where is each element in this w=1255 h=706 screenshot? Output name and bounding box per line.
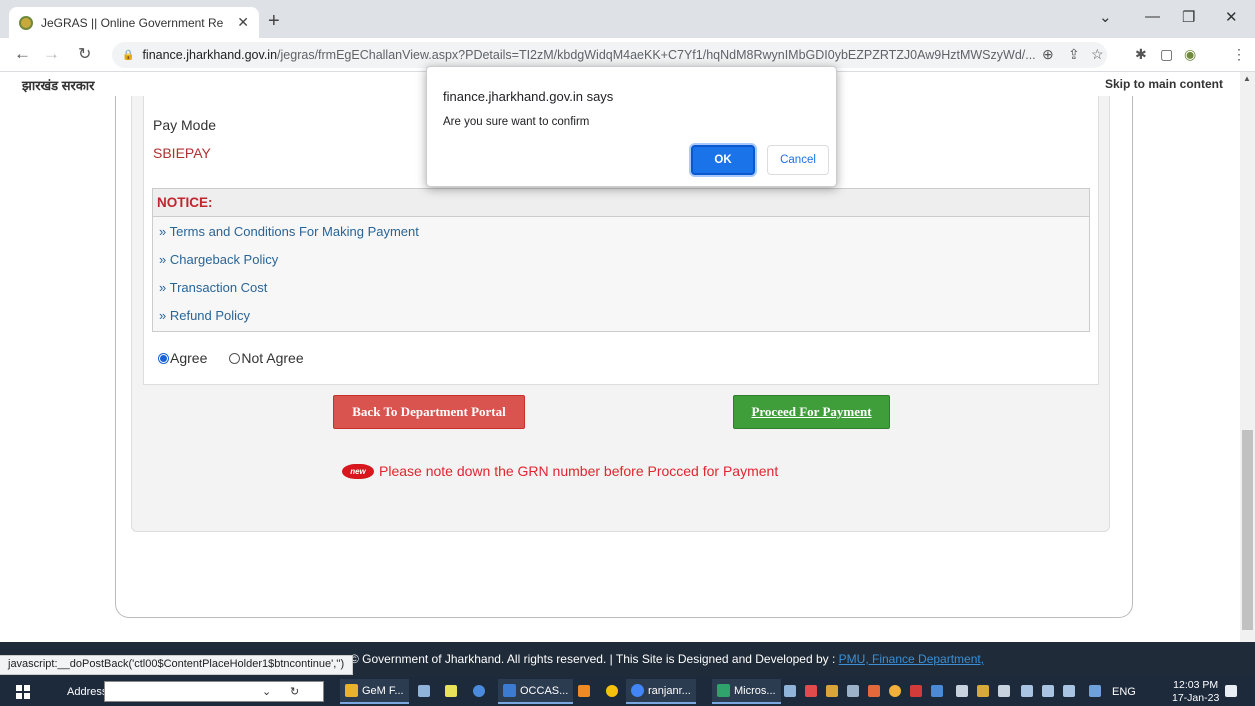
new-tab-button[interactable]: + <box>268 10 280 33</box>
minimize-icon[interactable]: — <box>1145 8 1160 25</box>
url-host: finance.jharkhand.gov.in <box>142 48 278 62</box>
taskbar-app-ranjan-label: ranjanr... <box>648 684 691 697</box>
dialog-cancel-button[interactable]: Cancel <box>767 145 829 175</box>
tray-network-icon[interactable] <box>826 685 838 697</box>
taskbar-app-micros-label: Micros... <box>734 684 776 697</box>
taskbar-app-micros[interactable]: Micros... <box>712 679 781 704</box>
pinned-circle-app-icon[interactable] <box>473 685 485 697</box>
not-agree-radio[interactable] <box>229 352 241 364</box>
tab-search-chevron-icon[interactable]: ⌄ <box>1099 8 1112 26</box>
forward-arrow-icon[interactable]: → <box>43 44 60 64</box>
agree-radio[interactable] <box>158 352 169 364</box>
bookmark-star-icon[interactable]: ☆ <box>1091 46 1104 63</box>
pinned-app-icon[interactable] <box>418 685 430 697</box>
chrome-window-icon <box>631 684 644 697</box>
start-button[interactable] <box>16 677 30 706</box>
taskbar-app-gem-label: GeM F... <box>362 684 404 697</box>
confirm-dialog: finance.jharkhand.gov.in says Are you su… <box>426 66 837 187</box>
share-icon[interactable]: ⇪ <box>1068 46 1080 63</box>
grn-note: new Please note down the GRN number befo… <box>342 463 778 479</box>
notice-title: NOTICE: <box>153 189 1089 217</box>
address-toolbar-label: Address <box>67 685 108 698</box>
address-refresh-icon[interactable]: ↻ <box>290 677 299 706</box>
proceed-for-payment-button[interactable]: Proceed For Payment <box>733 395 890 429</box>
tray-usb-icon[interactable] <box>847 685 859 697</box>
not-agree-label[interactable]: Not Agree <box>241 350 303 366</box>
dialog-title: finance.jharkhand.gov.in says <box>443 89 614 104</box>
tab-close-icon[interactable]: ✕ <box>237 14 249 31</box>
taskbar-app-ranjan[interactable]: ranjanr... <box>626 679 696 704</box>
transaction-cost-link[interactable]: » Transaction Cost <box>153 273 1089 301</box>
tray-bluetooth-icon[interactable] <box>931 685 943 697</box>
scrollbar-thumb[interactable] <box>1242 430 1253 630</box>
scroll-up-icon[interactable]: ▲ <box>1243 74 1251 83</box>
chargeback-policy-link[interactable]: » Chargeback Policy <box>153 245 1089 273</box>
refund-policy-link[interactable]: » Refund Policy <box>153 301 1089 329</box>
tray-wifi-icon[interactable] <box>956 685 968 697</box>
footer-copyright-text: © Government of Jharkhand. All rights re… <box>350 652 836 666</box>
tray-display-icon[interactable] <box>1021 685 1033 697</box>
skip-to-main-link[interactable]: Skip to main content <box>1105 77 1223 91</box>
new-badge-icon: new <box>342 463 374 479</box>
excel-icon <box>717 684 730 697</box>
agree-label[interactable]: Agree <box>170 350 207 366</box>
dialog-message: Are you sure want to confirm <box>443 116 590 128</box>
reload-icon[interactable]: ↻ <box>78 44 91 64</box>
language-indicator[interactable]: ENG <box>1112 677 1136 706</box>
pay-mode-value: SBIEPAY <box>153 145 211 161</box>
extensions-icon[interactable]: ✱ <box>1135 46 1147 63</box>
windows-taskbar: Address ⌄ ↻ GeM F... OCCAS... ranjanr...… <box>0 677 1255 706</box>
tray-speaker-icon[interactable] <box>998 685 1010 697</box>
clock-time: 12:03 PM <box>1173 679 1219 691</box>
footer-copyright: © Government of Jharkhand. All rights re… <box>350 652 984 666</box>
notifications-icon[interactable] <box>1225 685 1237 697</box>
gov-name: झारखंड सरकार <box>22 78 95 93</box>
back-to-department-portal-button[interactable]: Back To Department Portal <box>333 395 525 429</box>
terms-and-conditions-link[interactable]: » Terms and Conditions For Making Paymen… <box>153 217 1089 245</box>
site-favicon-icon <box>19 15 33 30</box>
notice-box: NOTICE: » Terms and Conditions For Makin… <box>152 188 1090 332</box>
zoom-icon[interactable]: ⊕ <box>1042 46 1054 63</box>
grn-note-text: Please note down the GRN number before P… <box>379 463 779 479</box>
browser-status-bar: javascript:__doPostBack('ctl00$ContentPl… <box>0 655 354 675</box>
tray-app-icon[interactable] <box>784 685 796 697</box>
browser-tab-strip: JeGRAS || Online Government Re ✕ + ⌄ — ❐… <box>0 0 1255 38</box>
dialog-ok-button[interactable]: OK <box>691 145 755 175</box>
taskbar-clock[interactable]: 12:03 PM 17-Jan-23 <box>1172 679 1219 705</box>
pmu-finance-link[interactable]: PMU, Finance Department, <box>839 652 984 666</box>
folder-icon <box>345 684 358 697</box>
tray-antivirus-icon[interactable] <box>805 685 817 697</box>
clock-date: 17-Jan-23 <box>1172 692 1220 704</box>
address-dropdown-icon[interactable]: ⌄ <box>262 677 271 706</box>
tray-app3-icon[interactable] <box>977 685 989 697</box>
side-panel-icon[interactable]: ▢ <box>1160 46 1173 63</box>
taskbar-app-occas[interactable]: OCCAS... <box>498 679 574 704</box>
taskbar-app-gem[interactable]: GeM F... <box>340 679 409 704</box>
pay-mode-label: Pay Mode <box>153 117 217 133</box>
windows-logo-icon <box>16 684 30 699</box>
browser-menu-icon[interactable]: ⋮ <box>1232 46 1246 63</box>
address-bar[interactable]: 🔒 finance.jharkhand.gov.in/jegras/frmEgE… <box>112 42 1107 68</box>
tray-battery-icon[interactable] <box>1042 685 1054 697</box>
notepad-icon[interactable] <box>445 685 457 697</box>
page-scrollbar[interactable]: ▲ ▼ <box>1240 72 1255 669</box>
chrome-icon[interactable] <box>606 685 618 697</box>
browser-tab[interactable]: JeGRAS || Online Government Re ✕ <box>9 7 259 38</box>
tray-app4-icon[interactable] <box>1089 685 1101 697</box>
tray-app2-icon[interactable] <box>868 685 880 697</box>
profile-avatar-icon[interactable]: ◉ <box>1184 46 1196 63</box>
vlc-icon[interactable] <box>578 685 590 697</box>
taskbar-app-occas-label: OCCAS... <box>520 684 569 697</box>
maximize-icon[interactable]: ❐ <box>1182 8 1195 26</box>
agreement-radio-group: Agree Not Agree <box>158 350 304 366</box>
document-icon <box>503 684 516 697</box>
tray-shield-icon[interactable] <box>910 685 922 697</box>
window-close-icon[interactable]: ✕ <box>1225 8 1238 26</box>
tray-search-icon[interactable] <box>889 685 901 697</box>
tray-volume-icon[interactable] <box>1063 685 1075 697</box>
lock-icon: 🔒 <box>122 49 135 61</box>
url-path: /jegras/frmEgEChallanView.aspx?PDetails=… <box>277 48 1036 62</box>
back-arrow-icon[interactable]: ← <box>14 44 31 64</box>
tab-title: JeGRAS || Online Government Re <box>41 15 224 30</box>
